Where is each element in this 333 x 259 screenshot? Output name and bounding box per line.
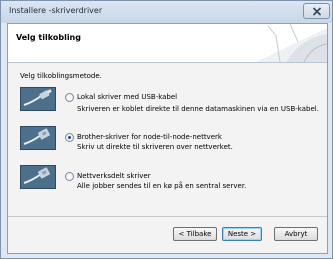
shared-option-label[interactable]: Nettverksdelt skriver	[77, 172, 151, 180]
shared-option-description: Alle jobber sendes til en kø på en sentr…	[77, 182, 247, 190]
network-option-description: Skriv ut direkte til skriveren over nett…	[77, 143, 233, 151]
network-cable-icon	[20, 126, 56, 150]
connection-method-label: Velg tilkoblingsmetode.	[20, 72, 102, 80]
shared-network-cable-icon	[20, 165, 56, 189]
network-option-label[interactable]: Brother-skriver for node-til-node-nettve…	[77, 133, 222, 141]
title-bar[interactable]: Installere -skriverdriver	[1, 1, 332, 23]
close-button[interactable]	[303, 3, 330, 19]
next-button[interactable]: Neste >	[222, 227, 262, 241]
usb-option-label[interactable]: Lokal skriver med USB-kabel	[77, 93, 177, 101]
network-option-radio[interactable]	[65, 133, 74, 142]
back-button[interactable]: < Tilbake	[173, 227, 217, 241]
installer-window: Installere -skriverdriver Velg tilkoblin…	[0, 0, 333, 259]
usb-cable-icon	[20, 87, 56, 111]
window-title: Installere -skriverdriver	[9, 6, 103, 15]
cancel-button[interactable]: Avbryt	[274, 227, 318, 241]
wizard-footer: < Tilbake Neste > Avbryt	[8, 217, 327, 253]
usb-option-radio[interactable]	[65, 93, 74, 102]
usb-option-description: Skriveren er koblet direkte til denne da…	[77, 105, 319, 113]
page-title: Velg tilkobling	[16, 33, 81, 42]
connection-options-panel: Velg tilkoblingsmetode. Lokal skriver me…	[8, 63, 327, 216]
close-icon	[312, 7, 322, 16]
wizard-banner-graphic	[246, 24, 327, 62]
wizard-header: Velg tilkobling	[8, 24, 327, 62]
wizard-client-area: Velg tilkobling Velg tilkoblingsmetode.	[7, 23, 328, 254]
shared-option-radio[interactable]	[65, 172, 74, 181]
